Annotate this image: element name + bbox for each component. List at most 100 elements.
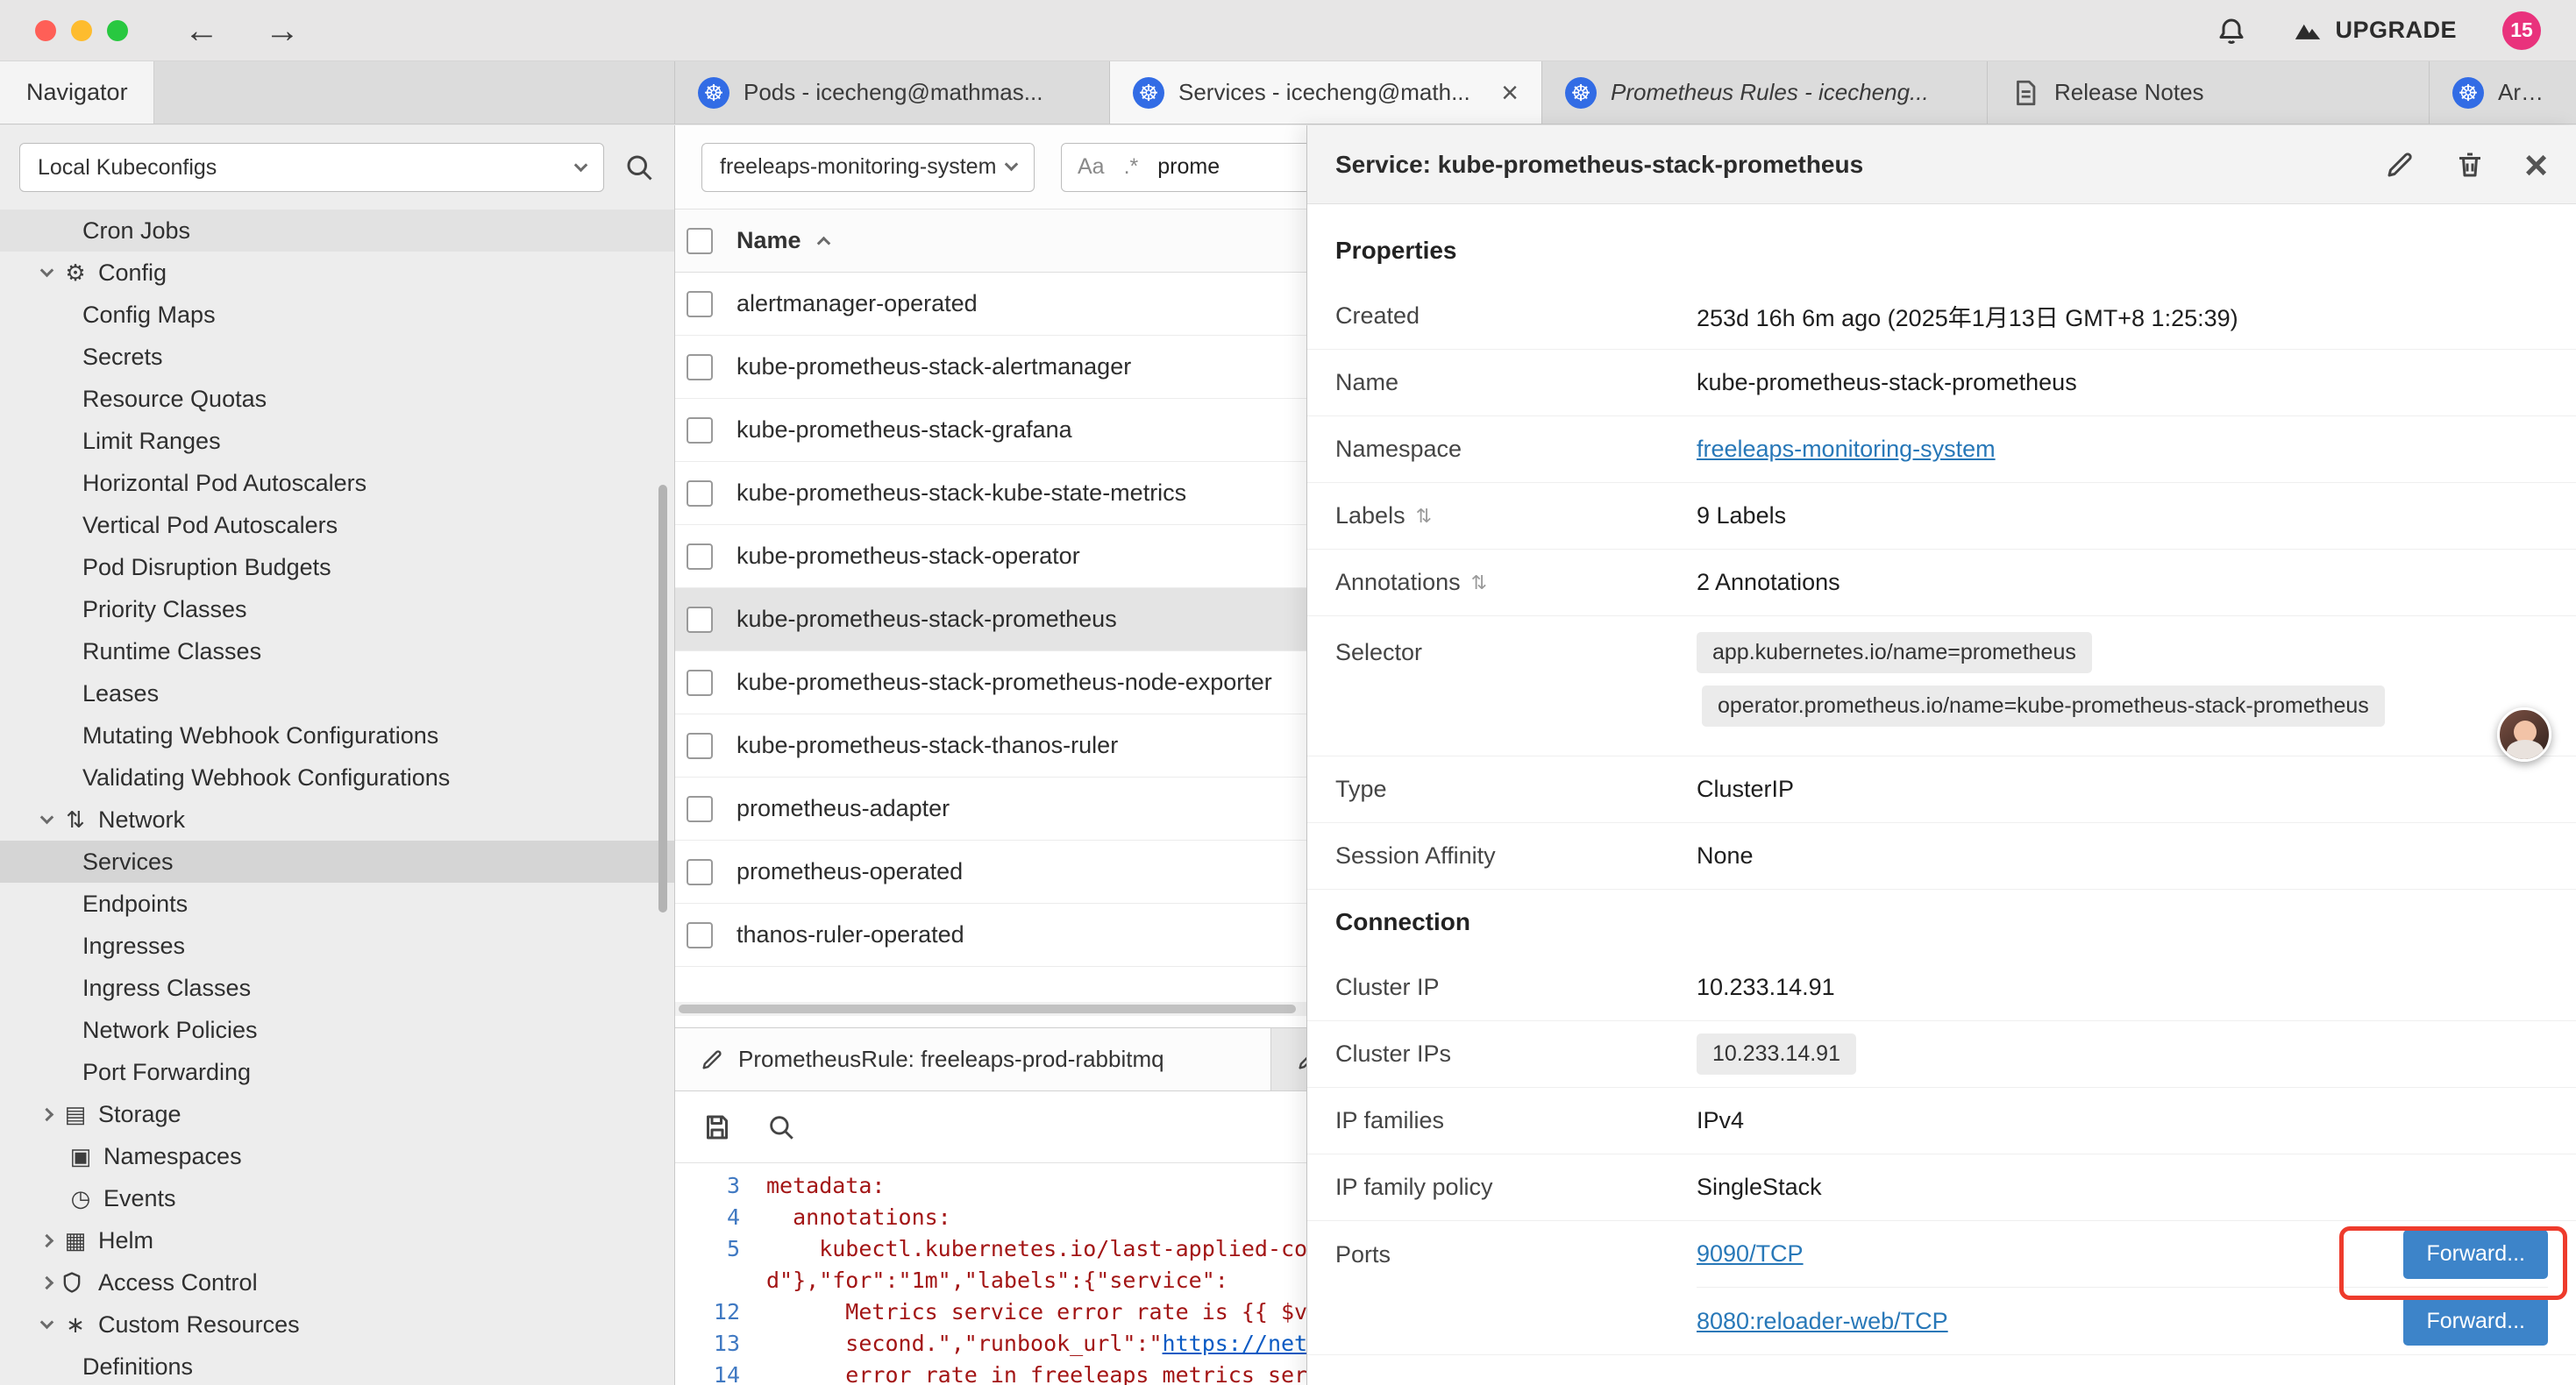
created-row: Created 253d 16h 6m ago (2025年1月13日 GMT+…	[1307, 283, 2576, 350]
chevron-down-icon	[33, 818, 60, 822]
sidebar-item-events[interactable]: ◷Events	[0, 1177, 674, 1219]
edit-pencil-icon	[700, 1048, 724, 1072]
sidebar-item-horizontal-pod-autoscalers[interactable]: Horizontal Pod Autoscalers	[0, 462, 674, 504]
labels-row: Labels⇅ 9 Labels	[1307, 483, 2576, 550]
navigator-tree: Cron Jobs ⚙Config Config Maps Secrets Re…	[0, 210, 674, 1385]
sidebar-item-secrets[interactable]: Secrets	[0, 336, 674, 378]
tab-release-notes[interactable]: Release Notes	[1988, 61, 2430, 124]
port-link[interactable]: 9090/TCP	[1697, 1240, 1804, 1268]
tab-prometheus-rules[interactable]: ☸ Prometheus Rules - icecheng...	[1542, 61, 1988, 124]
close-icon[interactable]: ×	[2524, 145, 2548, 185]
sidebar-item-resource-quotas[interactable]: Resource Quotas	[0, 378, 674, 420]
selector-chip: app.kubernetes.io/name=prometheus	[1697, 632, 2092, 673]
scrollbar-thumb[interactable]	[679, 1005, 1296, 1013]
close-window-button[interactable]	[35, 20, 56, 41]
name-row: Name kube-prometheus-stack-prometheus	[1307, 350, 2576, 416]
sidebar-item-port-forwarding[interactable]: Port Forwarding	[0, 1051, 674, 1093]
delete-trash-icon[interactable]	[2454, 149, 2486, 181]
upgrade-rocket-icon	[2293, 16, 2323, 46]
sidebar-item-network-policies[interactable]: Network Policies	[0, 1009, 674, 1051]
tab-pods[interactable]: ☸ Pods - icecheng@mathmas...	[675, 61, 1110, 124]
properties-section-title: Properties	[1307, 218, 2576, 283]
row-checkbox[interactable]	[687, 354, 713, 380]
notifications-bell-icon[interactable]	[2216, 15, 2247, 46]
namespace-select[interactable]: freeleaps-monitoring-system	[701, 143, 1035, 192]
notification-count-badge[interactable]: 15	[2502, 11, 2541, 50]
kubeconfig-select[interactable]: Local Kubeconfigs	[19, 143, 604, 192]
back-button[interactable]: ←	[184, 13, 219, 48]
name-value: kube-prometheus-stack-prometheus	[1697, 369, 2077, 396]
sidebar-item-storage[interactable]: ▤Storage	[0, 1093, 674, 1135]
select-all-checkbox[interactable]	[687, 228, 713, 254]
labels-expand-toggle[interactable]: ⇅	[1416, 505, 1432, 528]
sidebar-item-endpoints[interactable]: Endpoints	[0, 883, 674, 925]
zoom-window-button[interactable]	[107, 20, 128, 41]
row-checkbox[interactable]	[687, 291, 713, 317]
cluster-ips-row: Cluster IPs 10.233.14.91	[1307, 1021, 2576, 1088]
editor-search-button[interactable]	[766, 1112, 796, 1142]
storage-icon: ▤	[60, 1103, 91, 1126]
minimize-window-button[interactable]	[71, 20, 92, 41]
row-checkbox[interactable]	[687, 543, 713, 570]
sidebar-item-runtime-classes[interactable]: Runtime Classes	[0, 630, 674, 672]
dock-tab-prometheusrule[interactable]: PrometheusRule: freeleaps-prod-rabbitmq	[675, 1028, 1271, 1090]
row-checkbox[interactable]	[687, 733, 713, 759]
regex-toggle[interactable]: .*	[1124, 154, 1139, 180]
upgrade-button[interactable]: UPGRADE	[2293, 16, 2457, 46]
sidebar-item-services[interactable]: Services	[0, 841, 674, 883]
annotations-expand-toggle[interactable]: ⇅	[1471, 572, 1487, 594]
forward-button[interactable]: Forward...	[2403, 1296, 2548, 1346]
port-link[interactable]: 8080:reloader-web/TCP	[1697, 1308, 1948, 1335]
kubernetes-icon: ☸	[1565, 77, 1597, 109]
custom-resources-icon: ∗	[60, 1313, 91, 1336]
chevron-down-icon	[1005, 158, 1019, 172]
sidebar-item-definitions[interactable]: Definitions	[0, 1346, 674, 1385]
save-button[interactable]	[701, 1112, 733, 1143]
edit-pencil-icon[interactable]	[2384, 149, 2416, 181]
navigator-panel-title: Navigator	[0, 61, 154, 124]
sidebar-item-custom-resources[interactable]: ∗Custom Resources	[0, 1303, 674, 1346]
forward-button[interactable]: →	[265, 13, 300, 48]
sidebar-item-config[interactable]: ⚙Config	[0, 252, 674, 294]
shield-icon	[60, 1270, 91, 1295]
sidebar-item-pod-disruption-budgets[interactable]: Pod Disruption Budgets	[0, 546, 674, 588]
sidebar-item-config-maps[interactable]: Config Maps	[0, 294, 674, 336]
namespace-link[interactable]: freeleaps-monitoring-system	[1697, 436, 1996, 463]
row-checkbox[interactable]	[687, 922, 713, 948]
row-checkbox[interactable]	[687, 859, 713, 885]
sidebar-item-ingress-classes[interactable]: Ingress Classes	[0, 967, 674, 1009]
upgrade-label: UPGRADE	[2335, 17, 2457, 44]
row-checkbox[interactable]	[687, 670, 713, 696]
sidebar-item-vertical-pod-autoscalers[interactable]: Vertical Pod Autoscalers	[0, 504, 674, 546]
name-column-header[interactable]: Name	[737, 227, 801, 254]
floating-avatar[interactable]	[2497, 707, 2551, 762]
labels-value: 9 Labels	[1697, 502, 1786, 529]
sidebar-item-access-control[interactable]: Access Control	[0, 1261, 674, 1303]
sidebar-item-ingresses[interactable]: Ingresses	[0, 925, 674, 967]
sidebar-item-leases[interactable]: Leases	[0, 672, 674, 714]
sidebar-item-namespaces[interactable]: ▣Namespaces	[0, 1135, 674, 1177]
drawer-title: Service: kube-prometheus-stack-prometheu…	[1335, 151, 1863, 179]
tab-close-icon[interactable]: ×	[1491, 78, 1519, 108]
row-checkbox[interactable]	[687, 417, 713, 444]
row-checkbox[interactable]	[687, 607, 713, 633]
sidebar-item-mutating-webhook-configurations[interactable]: Mutating Webhook Configurations	[0, 714, 674, 756]
sidebar-item-helm[interactable]: ▦Helm	[0, 1219, 674, 1261]
sidebar-item-limit-ranges[interactable]: Limit Ranges	[0, 420, 674, 462]
tab-argo[interactable]: ☸ Argo Se	[2430, 61, 2576, 124]
sidebar-scrollbar[interactable]	[658, 485, 667, 913]
horizontal-scrollbar[interactable]	[675, 1002, 1306, 1016]
ip-families-row: IP families IPv4	[1307, 1088, 2576, 1154]
row-checkbox[interactable]	[687, 480, 713, 507]
sidebar-item-cron-jobs[interactable]: Cron Jobs	[0, 210, 674, 252]
window-titlebar: ← → UPGRADE 15	[0, 0, 2576, 61]
match-case-toggle[interactable]: Aa	[1078, 154, 1105, 180]
sidebar-search-button[interactable]	[623, 152, 655, 183]
sidebar-item-validating-webhook-configurations[interactable]: Validating Webhook Configurations	[0, 756, 674, 799]
tab-services[interactable]: ☸ Services - icecheng@math... ×	[1110, 61, 1542, 124]
filter-value: prome	[1157, 154, 1220, 180]
row-checkbox[interactable]	[687, 796, 713, 822]
sidebar-item-network[interactable]: ⇅Network	[0, 799, 674, 841]
sort-ascending-icon[interactable]	[819, 233, 829, 248]
sidebar-item-priority-classes[interactable]: Priority Classes	[0, 588, 674, 630]
